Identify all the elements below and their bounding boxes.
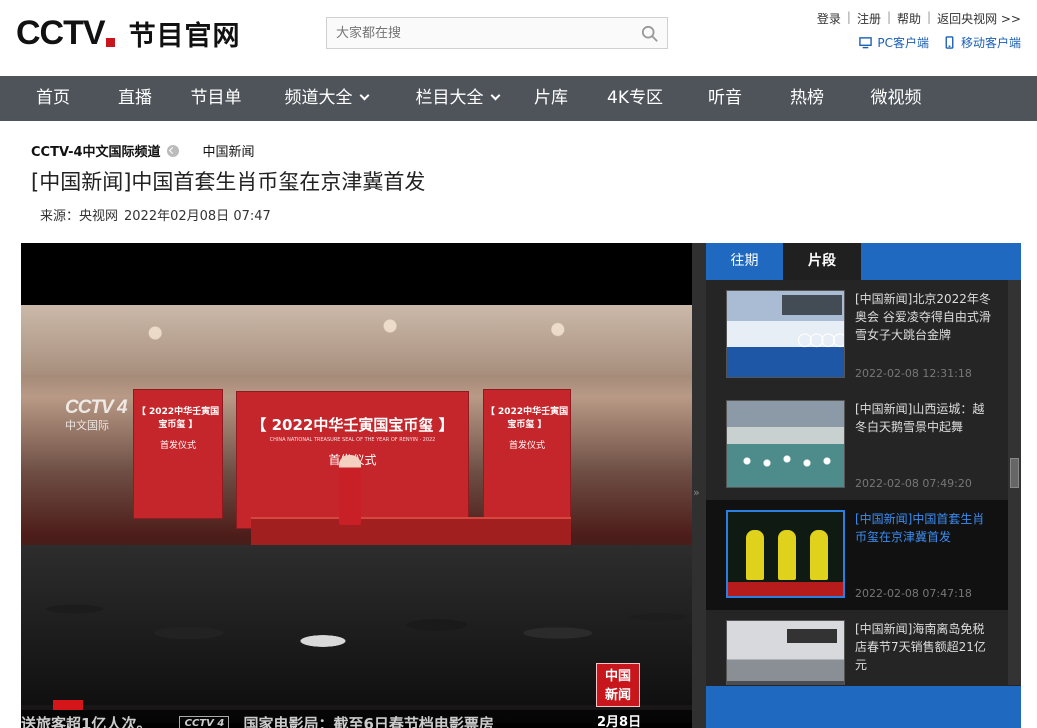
- nav-item-library[interactable]: 片库: [530, 76, 572, 121]
- article-datetime: 2022年02月08日 07:47: [124, 209, 271, 224]
- clip-time: 2022-02-08 07:49:20: [855, 477, 972, 490]
- playlist-panel: 往期 片段 ○○○○○ [中国新闻]北京2022年冬奥会 谷爱凌夺得自由式滑雪女…: [706, 243, 1021, 728]
- main-nav: 首页 直播 节目单 频道大全 栏目大全 片库 4K专区 听音 热榜 微视频: [0, 76, 1037, 121]
- breadcrumb-channel[interactable]: CCTV-4中文国际频道: [31, 141, 161, 160]
- broadcast-date: 2月8日: [597, 715, 642, 728]
- clip-time: 2022-02-08 12:31:18: [855, 367, 972, 380]
- scrollbar-thumb[interactable]: [1010, 458, 1019, 488]
- login-link[interactable]: 登录: [817, 10, 841, 27]
- separator: |: [846, 10, 851, 24]
- playlist-scrollbar[interactable]: [1008, 280, 1021, 685]
- search-icon[interactable]: [641, 25, 659, 43]
- tab-clips[interactable]: 片段: [783, 243, 861, 280]
- nav-item-audio[interactable]: 听音: [698, 76, 752, 121]
- side-banner-right: 【 2022中华壬寅国宝币玺 】 首发仪式: [483, 389, 571, 519]
- channel-watermark: CCTV 4 中文国际: [65, 397, 128, 432]
- clip-thumbnail[interactable]: [726, 510, 845, 598]
- pc-client-label: PC客户端: [877, 36, 929, 50]
- mobile-client-label: 移动客户端: [960, 36, 1021, 50]
- nav-item-live[interactable]: 直播: [106, 76, 164, 121]
- nav-item-columns[interactable]: 栏目大全: [384, 76, 530, 121]
- separator: |: [927, 10, 932, 24]
- separator: |: [886, 10, 891, 24]
- nav-item-micro-video[interactable]: 微视频: [862, 76, 930, 121]
- site-header: CCTV 节目官网 登录 | 注册 | 帮助 | 返回央视网 >> PC客户端 …: [0, 0, 1037, 76]
- chevron-left-icon: [166, 144, 179, 157]
- clip-title[interactable]: [中国新闻]北京2022年冬奥会 谷爱凌夺得自由式滑雪女子大跳台金牌: [855, 290, 995, 344]
- list-item[interactable]: [中国新闻]山西运城：越冬白天鹅雪景中起舞 2022-02-08 07:49:2…: [706, 390, 1008, 500]
- page-title: [中国新闻]中国首套生肖币玺在京津冀首发: [31, 170, 426, 194]
- host-figure: [339, 455, 361, 525]
- monitor-icon: [859, 37, 873, 49]
- phone-icon: [945, 36, 954, 49]
- help-link[interactable]: 帮助: [897, 10, 921, 27]
- breadcrumb: CCTV-4中文国际频道 中国新闻: [31, 141, 255, 160]
- clip-title[interactable]: [中国新闻]山西运城：越冬白天鹅雪景中起舞: [855, 400, 995, 436]
- video-player[interactable]: 【 2022中华壬寅国宝币玺 】 首发仪式 【 2022中华壬寅国宝币玺 】 C…: [21, 243, 692, 728]
- nav-item-channels[interactable]: 频道大全: [268, 76, 384, 121]
- nav-item-home[interactable]: 首页: [0, 76, 106, 121]
- expand-icon[interactable]: »: [693, 486, 700, 499]
- logo-subtitle: 节目官网: [128, 21, 241, 52]
- cctv-logo[interactable]: CCTV 节目官网: [16, 14, 241, 53]
- back-to-cctv-link[interactable]: 返回央视网 >>: [937, 10, 1021, 27]
- clip-title[interactable]: [中国新闻]海南离岛免税店春节7天销售额超21亿元: [855, 620, 995, 674]
- search-box: [326, 17, 668, 49]
- mobile-client-link[interactable]: 移动客户端: [943, 34, 1021, 51]
- playlist-tabs: 往期 片段: [706, 243, 1021, 280]
- side-banner-left: 【 2022中华壬寅国宝币玺 】 首发仪式: [133, 389, 223, 519]
- tab-past-episodes[interactable]: 往期: [706, 243, 783, 280]
- clip-thumbnail[interactable]: [726, 620, 845, 685]
- nav-item-schedule[interactable]: 节目单: [164, 76, 268, 121]
- list-item-active[interactable]: [中国新闻]中国首套生肖币玺在京津冀首发 2022-02-08 07:47:18: [706, 500, 1008, 610]
- article-meta: 来源：央视网 2022年02月08日 07:47: [40, 205, 271, 224]
- chevron-down-icon: [359, 90, 369, 101]
- program-badge: 中国 新闻: [596, 663, 640, 707]
- nav-item-4k[interactable]: 4K专区: [572, 76, 698, 121]
- top-links: 登录 | 注册 | 帮助 | 返回央视网 >>: [817, 10, 1021, 27]
- logo-red-dot: [105, 38, 115, 47]
- search-input[interactable]: [327, 18, 627, 48]
- article-source: 来源：央视网: [40, 209, 119, 224]
- clip-time: 2022-02-08 07:47:18: [855, 587, 972, 600]
- clip-thumbnail[interactable]: ○○○○○: [726, 290, 845, 378]
- video-frame: 【 2022中华壬寅国宝币玺 】 首发仪式 【 2022中华壬寅国宝币玺 】 C…: [21, 305, 692, 728]
- ticker-text-right: 国家电影局：截至6日春节档电影票房: [243, 714, 494, 728]
- ceiling: [21, 305, 692, 375]
- nav-item-trending[interactable]: 热榜: [752, 76, 862, 121]
- register-link[interactable]: 注册: [857, 10, 881, 27]
- list-item[interactable]: ○○○○○ [中国新闻]北京2022年冬奥会 谷爱凌夺得自由式滑雪女子大跳台金牌…: [706, 280, 1008, 390]
- list-item[interactable]: [中国新闻]海南离岛免税店春节7天销售额超21亿元: [706, 610, 1008, 685]
- chevron-down-icon: [490, 90, 500, 101]
- logo-text: CCTV: [16, 14, 106, 52]
- breadcrumb-column[interactable]: 中国新闻: [203, 141, 255, 160]
- playlist-footer: [706, 686, 1021, 728]
- clip-thumbnail[interactable]: [726, 400, 845, 488]
- ticker-text-left: 送旅客超1亿人次。: [21, 714, 152, 728]
- clip-list: ○○○○○ [中国新闻]北京2022年冬奥会 谷爱凌夺得自由式滑雪女子大跳台金牌…: [706, 280, 1008, 685]
- news-ticker: 送旅客超1亿人次。 CCTV 4 国家电影局：截至6日春节档电影票房: [21, 710, 692, 728]
- clip-title[interactable]: [中国新闻]中国首套生肖币玺在京津冀首发: [855, 510, 995, 546]
- client-links: PC客户端 移动客户端: [859, 34, 1021, 51]
- pc-client-link[interactable]: PC客户端: [859, 34, 929, 51]
- ticker-channel-bug: CCTV 4: [179, 715, 230, 728]
- ticker-red-tab: [53, 700, 83, 710]
- audience: [21, 545, 692, 705]
